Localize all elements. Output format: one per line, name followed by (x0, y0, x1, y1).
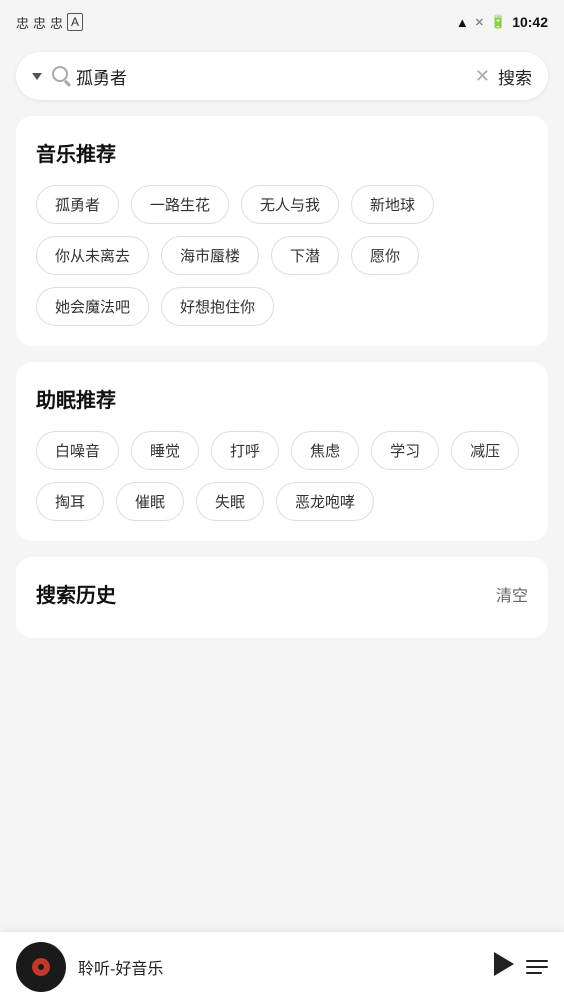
history-title: 搜索历史 (36, 579, 116, 608)
sleep-tag-7[interactable]: 催眠 (116, 482, 184, 521)
music-tag-1[interactable]: 一路生花 (131, 185, 229, 224)
search-history-card: 搜索历史 清空 (16, 557, 548, 638)
list-line-2 (526, 966, 548, 968)
sleep-tag-1[interactable]: 睡觉 (131, 431, 199, 470)
music-tag-0[interactable]: 孤勇者 (36, 185, 119, 224)
sleep-tags-container: 白噪音 睡觉 打呼 焦虑 学习 减压 掏耳 催眠 失眠 恶龙咆哮 (36, 431, 528, 521)
music-tag-2[interactable]: 无人与我 (241, 185, 339, 224)
clock: 10:42 (512, 14, 548, 30)
battery-icon: 🔋 (490, 14, 506, 30)
bottom-player: 聆听-好音乐 (0, 932, 564, 1002)
list-lines-icon (526, 960, 548, 974)
sleep-recommendations-card: 助眠推荐 白噪音 睡觉 打呼 焦虑 学习 减压 掏耳 催眠 失眠 恶龙咆哮 (16, 362, 548, 541)
search-bar: 孤勇者 ✕ 搜索 (16, 52, 548, 100)
history-clear-button[interactable]: 清空 (496, 582, 528, 606)
play-triangle-icon (494, 952, 514, 976)
music-recommendations-card: 音乐推荐 孤勇者 一路生花 无人与我 新地球 你从未离去 海市蜃楼 下潜 愿你 … (16, 116, 548, 346)
input-method-icon: A (67, 13, 83, 31)
chevron-down-icon (32, 73, 42, 80)
player-disc-artwork[interactable] (16, 942, 66, 992)
sleep-tag-8[interactable]: 失眠 (196, 482, 264, 521)
music-tags-container: 孤勇者 一路生花 无人与我 新地球 你从未离去 海市蜃楼 下潜 愿你 她会魔法吧… (36, 185, 528, 326)
status-bar: 忠 忠 忠 A ▲ ✕ 🔋 10:42 (0, 0, 564, 44)
music-recommendations-title: 音乐推荐 (36, 138, 528, 167)
status-icons: 忠 忠 忠 A (16, 13, 83, 32)
signal-icon: ✕ (475, 16, 484, 29)
sleep-tag-5[interactable]: 减压 (451, 431, 519, 470)
music-tag-8[interactable]: 她会魔法吧 (36, 287, 149, 326)
search-query-text[interactable]: 孤勇者 (76, 64, 467, 89)
sleep-tag-9[interactable]: 恶龙咆哮 (276, 482, 374, 521)
notification-icon-3: 忠 (50, 13, 63, 32)
notification-icon-2: 忠 (33, 13, 46, 32)
sleep-tag-6[interactable]: 掏耳 (36, 482, 104, 521)
status-right-group: ▲ ✕ 🔋 10:42 (456, 14, 548, 30)
sleep-tag-2[interactable]: 打呼 (211, 431, 279, 470)
search-dropdown-button[interactable] (32, 67, 44, 85)
sleep-tag-4[interactable]: 学习 (371, 431, 439, 470)
music-tag-6[interactable]: 下潜 (271, 236, 339, 275)
wifi-icon: ▲ (456, 15, 469, 30)
sleep-recommendations-title: 助眠推荐 (36, 384, 528, 413)
music-tag-7[interactable]: 愿你 (351, 236, 419, 275)
search-clear-button[interactable]: ✕ (475, 66, 490, 87)
music-tag-3[interactable]: 新地球 (351, 185, 434, 224)
list-line-3 (526, 972, 542, 974)
search-submit-button[interactable]: 搜索 (498, 64, 532, 89)
sleep-tag-0[interactable]: 白噪音 (36, 431, 119, 470)
music-tag-4[interactable]: 你从未离去 (36, 236, 149, 275)
history-header: 搜索历史 清空 (36, 579, 528, 608)
music-tag-9[interactable]: 好想抱住你 (161, 287, 274, 326)
list-line-1 (526, 960, 548, 962)
search-magnify-icon (52, 66, 68, 87)
sleep-tag-3[interactable]: 焦虑 (291, 431, 359, 470)
music-tag-5[interactable]: 海市蜃楼 (161, 236, 259, 275)
magnify-circle (52, 66, 68, 82)
player-play-button[interactable] (494, 951, 514, 983)
notification-icon-1: 忠 (16, 13, 29, 32)
player-playlist-button[interactable] (526, 960, 548, 974)
player-track-title: 聆听-好音乐 (78, 955, 482, 979)
